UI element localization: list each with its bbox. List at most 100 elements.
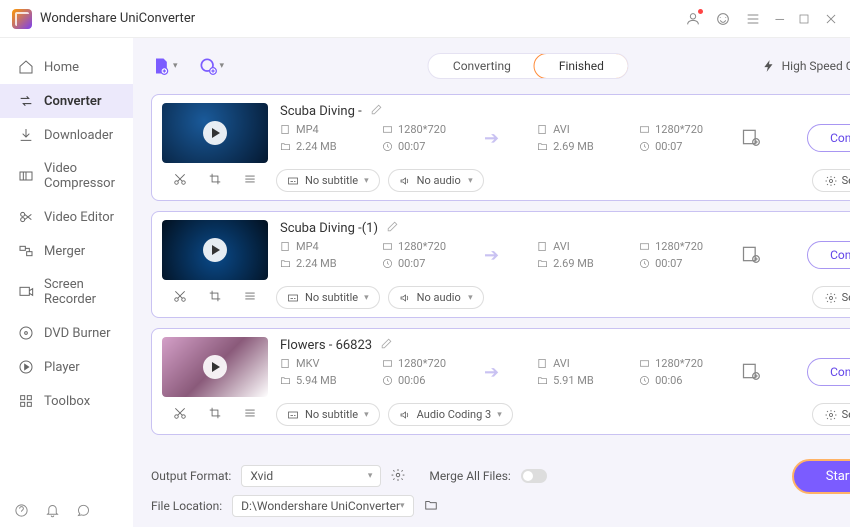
high-speed-toggle[interactable]: High Speed Conversion <box>762 59 850 73</box>
feedback-icon[interactable] <box>76 503 91 521</box>
cut-icon[interactable] <box>173 172 187 189</box>
play-icon <box>203 355 227 379</box>
audio-select[interactable]: No audio▾ <box>388 169 484 192</box>
tab-finished[interactable]: Finished <box>534 53 629 79</box>
file-card: Flowers - 66823 MKV 5.94 MB 1280*720 00:… <box>151 328 850 435</box>
edit-title-icon[interactable] <box>370 103 383 119</box>
play-icon <box>203 121 227 145</box>
crop-icon[interactable] <box>208 172 222 189</box>
dst-resolution: 1280*720 <box>639 357 703 370</box>
output-preset-icon[interactable] <box>741 127 761 150</box>
output-format-select[interactable]: Xvid▾ <box>241 465 381 487</box>
edit-title-icon[interactable] <box>386 220 399 236</box>
edit-title-icon[interactable] <box>380 337 393 353</box>
settings-button[interactable]: Settings <box>812 169 850 192</box>
dst-resolution: 1280*720 <box>639 240 703 253</box>
nav-label: Downloader <box>44 128 113 143</box>
file-title: Flowers - 66823 <box>280 338 372 353</box>
file-location-select[interactable]: D:\Wondershare UniConverter▾ <box>232 495 413 517</box>
notifications-icon[interactable] <box>45 503 60 521</box>
add-url-button[interactable]: ▾ <box>198 56 225 76</box>
sidebar-item-home[interactable]: Home <box>0 50 133 84</box>
src-resolution: 1280*720 <box>382 123 446 136</box>
crop-icon[interactable] <box>208 406 222 423</box>
sidebar-item-editor[interactable]: Video Editor <box>0 200 133 234</box>
account-icon[interactable] <box>685 11 701 27</box>
dst-format: AVI <box>537 240 601 253</box>
audio-select[interactable]: Audio Coding 3▾ <box>388 403 513 426</box>
sidebar-item-dvd[interactable]: DVD Burner <box>0 316 133 350</box>
file-list: ✕ Scuba Diving - MP4 2.24 MB 1280*720 00… <box>151 94 850 455</box>
src-format: MP4 <box>280 123 344 136</box>
sidebar-item-merger[interactable]: Merger <box>0 234 133 268</box>
merge-toggle[interactable] <box>521 469 547 483</box>
convert-button[interactable]: Convert <box>807 358 850 386</box>
sidebar: Home Converter Downloader Video Compress… <box>0 38 133 527</box>
sidebar-item-toolbox[interactable]: Toolbox <box>0 384 133 418</box>
dst-size: 2.69 MB <box>537 140 601 153</box>
add-file-button[interactable]: ▾ <box>151 56 178 76</box>
arrow-icon: ➔ <box>484 128 499 149</box>
src-duration: 00:07 <box>382 257 446 270</box>
nav-label: Converter <box>44 94 102 109</box>
cut-icon[interactable] <box>173 289 187 306</box>
arrow-icon: ➔ <box>484 362 499 383</box>
src-resolution: 1280*720 <box>382 240 446 253</box>
dst-duration: 00:07 <box>639 140 703 153</box>
subtitle-select[interactable]: No subtitle▾ <box>276 169 380 192</box>
src-duration: 00:07 <box>382 140 446 153</box>
output-settings-icon[interactable] <box>391 468 405 485</box>
convert-button[interactable]: Convert <box>807 241 850 269</box>
video-thumbnail[interactable] <box>162 337 268 397</box>
subtitle-select[interactable]: No subtitle▾ <box>276 403 380 426</box>
nav-label: Video Editor <box>44 210 114 225</box>
effects-icon[interactable] <box>243 406 257 423</box>
minimize-icon[interactable]: ─ <box>775 12 784 26</box>
video-thumbnail[interactable] <box>162 220 268 280</box>
status-tabs: Converting Finished <box>428 53 629 79</box>
help-icon[interactable] <box>14 503 29 521</box>
arrow-icon: ➔ <box>484 245 499 266</box>
nav-label: Player <box>44 360 80 375</box>
settings-button[interactable]: Settings <box>812 403 850 426</box>
sidebar-item-compressor[interactable]: Video Compressor <box>0 152 133 200</box>
dst-duration: 00:06 <box>639 374 703 387</box>
tab-converting[interactable]: Converting <box>429 54 535 78</box>
speed-label: High Speed Conversion <box>782 59 850 73</box>
video-thumbnail[interactable] <box>162 103 268 163</box>
crop-icon[interactable] <box>208 289 222 306</box>
src-size: 2.24 MB <box>280 140 344 153</box>
nav-label: Home <box>44 60 79 75</box>
audio-select[interactable]: No audio▾ <box>388 286 484 309</box>
nav-label: Video Compressor <box>44 161 115 191</box>
file-card: Scuba Diving -(1) MP4 2.24 MB 1280*720 0… <box>151 211 850 318</box>
sidebar-item-recorder[interactable]: Screen Recorder <box>0 268 133 316</box>
subtitle-select[interactable]: No subtitle▾ <box>276 286 380 309</box>
file-card: ✕ Scuba Diving - MP4 2.24 MB 1280*720 00… <box>151 94 850 201</box>
settings-button[interactable]: Settings <box>812 286 850 309</box>
start-all-button[interactable]: Start All <box>792 459 850 494</box>
output-preset-icon[interactable] <box>741 361 761 384</box>
close-icon[interactable] <box>824 12 838 26</box>
maximize-icon[interactable] <box>798 13 810 25</box>
dst-duration: 00:07 <box>639 257 703 270</box>
src-format: MP4 <box>280 240 344 253</box>
app-title: Wondershare UniConverter <box>40 11 685 26</box>
menu-icon[interactable] <box>745 11 761 27</box>
nav-label: Screen Recorder <box>44 277 115 307</box>
cut-icon[interactable] <box>173 406 187 423</box>
open-folder-icon[interactable] <box>424 498 438 515</box>
effects-icon[interactable] <box>243 172 257 189</box>
sidebar-item-player[interactable]: Player <box>0 350 133 384</box>
support-icon[interactable] <box>715 11 731 27</box>
output-preset-icon[interactable] <box>741 244 761 267</box>
sidebar-item-converter[interactable]: Converter <box>0 84 133 118</box>
file-location-label: File Location: <box>151 499 222 513</box>
convert-button[interactable]: Convert <box>807 124 850 152</box>
src-format: MKV <box>280 357 344 370</box>
dst-resolution: 1280*720 <box>639 123 703 136</box>
sidebar-item-downloader[interactable]: Downloader <box>0 118 133 152</box>
titlebar: Wondershare UniConverter ─ <box>0 0 850 38</box>
effects-icon[interactable] <box>243 289 257 306</box>
merge-label: Merge All Files: <box>429 469 510 483</box>
